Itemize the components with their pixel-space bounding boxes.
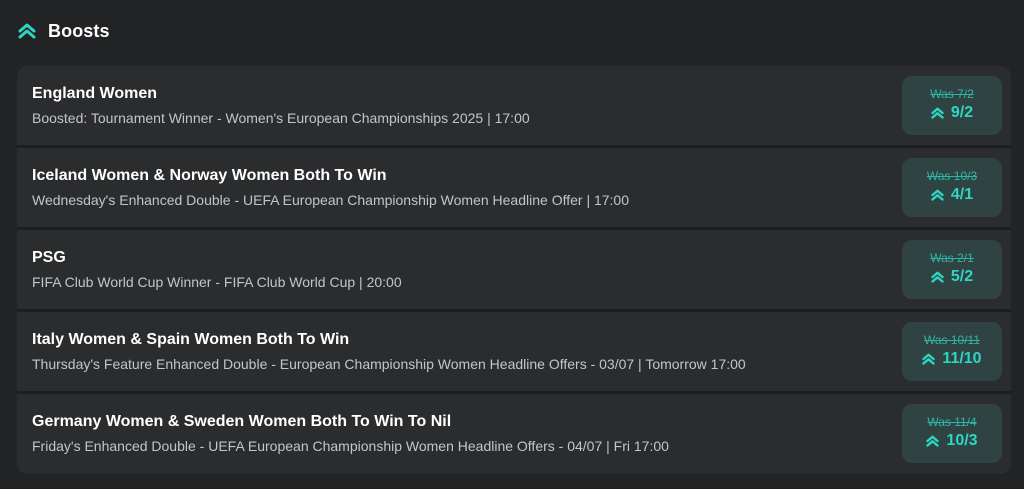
boost-name: Germany Women & Sweden Women Both To Win… xyxy=(32,413,452,430)
previous-odds: Was 10/11 xyxy=(923,333,981,347)
boost-row[interactable]: PSG FIFA Club World Cup Winner - FIFA Cl… xyxy=(17,230,1011,309)
boosted-price: 11/10 xyxy=(942,350,982,367)
boost-description: Friday's Enhanced Double - UEFA European… xyxy=(32,438,669,454)
boost-row[interactable]: Germany Women & Sweden Women Both To Win… xyxy=(17,394,1011,474)
boost-description: FIFA Club World Cup Winner - FIFA Club W… xyxy=(32,274,402,290)
previous-odds: Was 2/1 xyxy=(930,251,974,265)
boosted-odds-button[interactable]: Was 10/11 11/10 xyxy=(902,322,1002,381)
boost-row[interactable]: England Women Boosted: Tournament Winner… xyxy=(17,66,1011,145)
page-title: Boosts xyxy=(48,20,110,41)
boost-description: Boosted: Tournament Winner - Women's Eur… xyxy=(32,110,530,126)
boosted-price: 5/2 xyxy=(950,268,974,285)
boosted-price: 10/3 xyxy=(946,432,978,449)
boost-name: England Women xyxy=(32,85,158,102)
boosts-panel: Boosts England Women Boosted: Tournament… xyxy=(0,0,1024,489)
boost-arrow-icon xyxy=(926,435,940,447)
boost-row[interactable]: Italy Women & Spain Women Both To Win Th… xyxy=(17,312,1011,391)
double-chevron-up-icon xyxy=(18,23,36,39)
boosted-odds: 4/1 xyxy=(902,186,1002,204)
boost-description: Thursday's Feature Enhanced Double - Eur… xyxy=(32,356,746,372)
boosted-odds: 11/10 xyxy=(902,350,1002,368)
boost-arrow-icon xyxy=(931,189,944,201)
boosted-price: 9/2 xyxy=(950,104,974,121)
boosted-odds-button[interactable]: Was 7/2 9/2 xyxy=(902,76,1002,135)
previous-odds: Was 10/3 xyxy=(926,169,978,183)
boost-name: Italy Women & Spain Women Both To Win xyxy=(32,331,350,348)
previous-odds: Was 11/4 xyxy=(927,415,977,429)
boost-description: Wednesday's Enhanced Double - UEFA Europ… xyxy=(32,192,630,208)
boosts-list: England Women Boosted: Tournament Winner… xyxy=(17,66,1011,474)
boost-arrow-icon xyxy=(931,271,944,283)
boosted-odds-button[interactable]: Was 11/4 10/3 xyxy=(902,404,1002,463)
boost-name: Iceland Women & Norway Women Both To Win xyxy=(32,167,387,184)
boost-arrow-icon xyxy=(922,353,936,365)
boost-name: PSG xyxy=(32,249,66,266)
boost-arrow-icon xyxy=(931,107,944,119)
boosted-odds: 10/3 xyxy=(902,432,1002,450)
boosted-odds: 5/2 xyxy=(902,268,1002,286)
boosted-odds: 9/2 xyxy=(902,104,1002,122)
boosted-odds-button[interactable]: Was 10/3 4/1 xyxy=(902,158,1002,217)
boosted-price: 4/1 xyxy=(950,186,974,203)
boosted-odds-button[interactable]: Was 2/1 5/2 xyxy=(902,240,1002,299)
boosts-header: Boosts xyxy=(18,18,110,44)
boost-row[interactable]: Iceland Women & Norway Women Both To Win… xyxy=(17,148,1011,227)
previous-odds: Was 7/2 xyxy=(930,87,974,101)
